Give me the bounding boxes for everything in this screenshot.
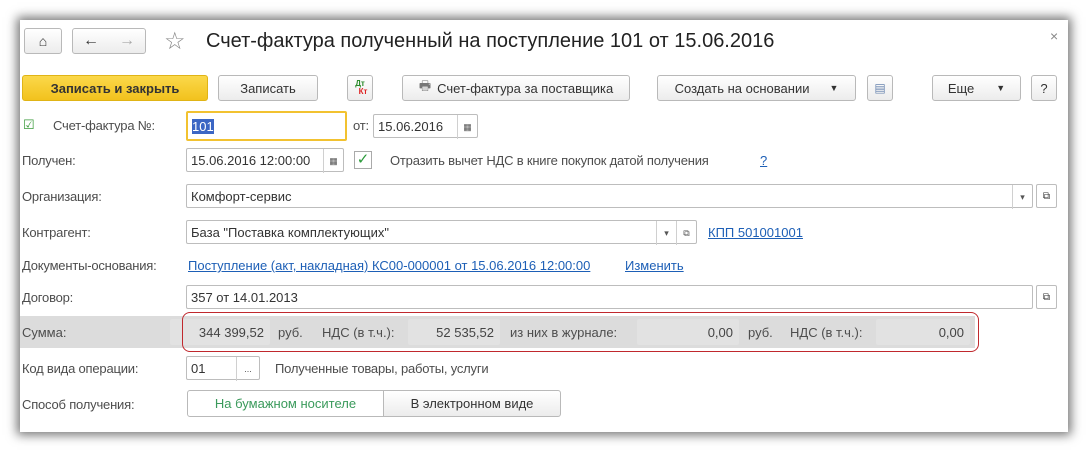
contract-value: 357 от 14.01.2013 [191, 289, 298, 305]
sum-label: Сумма: [22, 325, 67, 340]
organization-input[interactable]: Комфорт-сервис ▾ [186, 184, 1033, 209]
open-icon[interactable]: ⧉ [1036, 184, 1057, 208]
more-button[interactable]: Еще ▼ [932, 75, 1021, 101]
invoice-number-label: Счет-фактура №: [53, 118, 155, 133]
operation-code-label: Код вида операции: [22, 361, 139, 376]
received-date-value: 15.06.2016 12:00:00 [191, 152, 311, 168]
chevron-down-icon: ▼ [996, 83, 1006, 93]
more-label: Еще [947, 80, 975, 96]
printer-icon: 🖶 [418, 78, 432, 93]
open-icon[interactable]: ⧉ [1036, 285, 1057, 309]
contract-label: Договор: [22, 290, 74, 305]
operation-code-value: 01 [191, 360, 206, 376]
chevron-down-icon: ▼ [829, 83, 839, 93]
save-close-button[interactable]: Записать и закрыть [22, 75, 208, 101]
create-based-button[interactable]: Создать на основании ▼ [657, 75, 856, 101]
close-icon[interactable]: × [1050, 28, 1058, 44]
contract-input[interactable]: 357 от 14.01.2013 [186, 285, 1033, 309]
method-paper-button[interactable]: На бумажном носителе [187, 390, 384, 417]
document-window: ⌂ ← → ☆ Счет-фактура полученный на посту… [20, 20, 1068, 432]
base-document-link[interactable]: Поступление (акт, накладная) КС00-000001… [188, 258, 590, 273]
invoice-number-input[interactable]: 101 [186, 111, 347, 141]
home-button[interactable]: ⌂ [24, 28, 62, 54]
calendar-icon[interactable]: ▦ [323, 149, 343, 173]
vat-checkbox[interactable]: ✓ [354, 151, 372, 169]
home-icon: ⌂ [38, 33, 48, 49]
kt-label: Кт [358, 87, 368, 96]
base-documents-label: Документы-основания: [22, 258, 157, 273]
invoice-date-input[interactable]: 15.06.2016 ▦ [373, 114, 478, 139]
star-icon[interactable]: ☆ [164, 27, 186, 56]
counterparty-label: Контрагент: [22, 225, 91, 240]
receipt-method-label: Способ получения: [22, 397, 135, 412]
nav-buttons: ← → [72, 28, 146, 54]
supplier-invoice-button[interactable]: 🖶 Счет-фактура за поставщика [402, 75, 630, 101]
calendar-icon[interactable]: ▦ [457, 115, 477, 139]
operation-code-description: Полученные товары, работы, услуги [275, 361, 489, 376]
dt-kt-button[interactable]: Дт Кт [347, 75, 373, 101]
kpp-link[interactable]: КПП 501001001 [708, 225, 803, 240]
highlight-frame [182, 312, 979, 352]
vat-checkbox-label: Отразить вычет НДС в книге покупок датой… [390, 153, 709, 168]
received-label: Получен: [22, 153, 76, 168]
invoice-status-icon: ☑ [23, 117, 35, 132]
counterparty-input[interactable]: База "Поставка комплектующих" ▾ ⧉ [186, 220, 697, 245]
help-button[interactable]: ? [1031, 75, 1057, 101]
change-link[interactable]: Изменить [625, 258, 684, 273]
counterparty-value: База "Поставка комплектующих" [191, 224, 389, 240]
organization-value: Комфорт-сервис [191, 188, 292, 204]
supplier-invoice-label: Счет-фактура за поставщика [437, 80, 614, 96]
received-date-input[interactable]: 15.06.2016 12:00:00 ▦ [186, 148, 344, 173]
select-button[interactable]: ... [236, 357, 259, 381]
create-based-label: Создать на основании [674, 80, 810, 96]
dropdown-icon[interactable]: ▾ [1012, 185, 1032, 209]
dropdown-icon[interactable]: ▾ [656, 221, 676, 245]
open-icon[interactable]: ⧉ [676, 221, 696, 245]
vat-help-link[interactable]: ? [760, 153, 767, 168]
operation-code-input[interactable]: 01... [186, 356, 260, 381]
save-button[interactable]: Записать [218, 75, 318, 101]
method-electronic-button[interactable]: В электронном виде [383, 390, 561, 417]
from-label: от: [353, 118, 369, 133]
invoice-number-value: 101 [192, 118, 214, 134]
invoice-date-value: 15.06.2016 [378, 118, 444, 134]
window-title: Счет-фактура полученный на поступление 1… [206, 30, 775, 52]
forward-icon[interactable]: → [119, 32, 135, 50]
report-icon[interactable]: ▤ [867, 75, 893, 101]
organization-label: Организация: [22, 189, 102, 204]
back-icon[interactable]: ← [83, 32, 99, 50]
